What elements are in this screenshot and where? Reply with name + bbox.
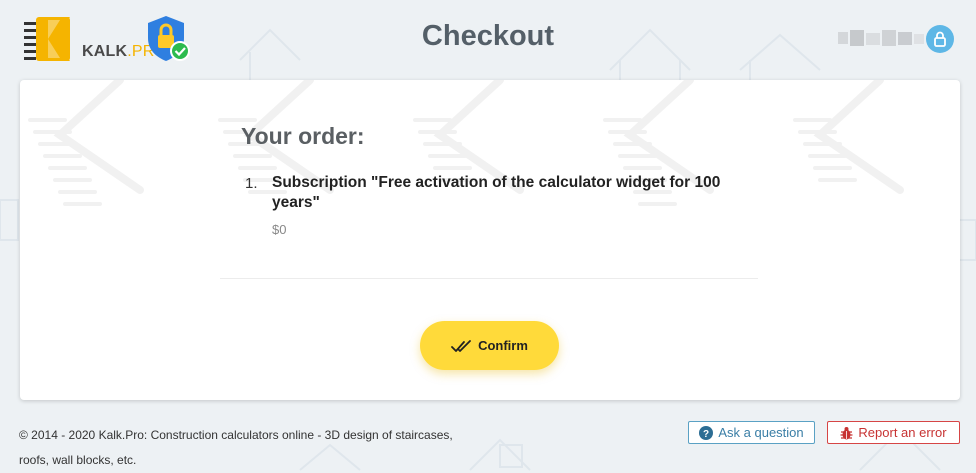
- user-name-blurred: [838, 30, 924, 46]
- order-item-name: Subscription "Free activation of the cal…: [272, 174, 721, 211]
- account-lock-button[interactable]: [926, 25, 954, 53]
- order-item-number: 1.: [245, 175, 258, 192]
- footer-copyright: © 2014 - 2020 Kalk.Pro: Construction cal…: [19, 428, 453, 467]
- confirm-label: Confirm: [478, 338, 528, 353]
- confirm-button[interactable]: Confirm: [420, 321, 559, 370]
- lock-icon: [934, 31, 946, 47]
- report-error-button[interactable]: Report an error: [827, 421, 960, 444]
- svg-text:?: ?: [703, 429, 709, 440]
- order-item-price: $0: [272, 222, 287, 237]
- page-title: Checkout: [421, 20, 555, 52]
- checkout-card: Your order: 1. Subscription "Free activa…: [20, 80, 960, 400]
- ask-question-label: Ask a question: [718, 425, 804, 440]
- bug-icon: [840, 426, 853, 439]
- divider: [220, 278, 758, 279]
- question-icon: ?: [699, 425, 714, 440]
- ask-question-button[interactable]: ? Ask a question: [688, 421, 815, 444]
- report-error-label: Report an error: [858, 425, 947, 440]
- double-check-icon: [451, 339, 471, 352]
- order-heading: Your order:: [241, 123, 365, 149]
- header: KALK.PRO Checkout: [0, 0, 976, 80]
